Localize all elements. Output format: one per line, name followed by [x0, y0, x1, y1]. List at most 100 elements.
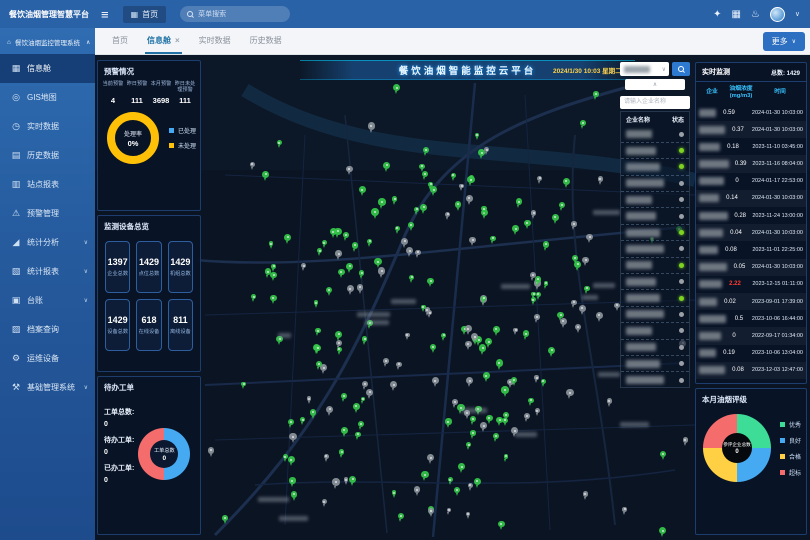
map-pin[interactable]: [467, 176, 474, 183]
list-item[interactable]: [621, 258, 689, 274]
map-pin[interactable]: [428, 508, 434, 514]
map-pin[interactable]: [484, 147, 489, 152]
map-pin[interactable]: [362, 336, 367, 341]
map-pin[interactable]: [284, 234, 291, 241]
map-pin[interactable]: [586, 234, 593, 241]
map-pin[interactable]: [288, 419, 294, 425]
map-pin[interactable]: [289, 477, 295, 483]
map-pin[interactable]: [339, 449, 345, 455]
chevron-down-icon[interactable]: ∨: [795, 10, 800, 18]
list-item[interactable]: [621, 127, 689, 143]
map-pin[interactable]: [593, 91, 599, 97]
map-pin[interactable]: [427, 310, 433, 316]
map-pin[interactable]: [582, 257, 589, 264]
map-pin[interactable]: [250, 162, 256, 168]
map-pin[interactable]: [271, 264, 276, 269]
map-pin[interactable]: [575, 324, 581, 330]
table-row[interactable]: 0.372024-01-30 10:03:00: [696, 121, 806, 138]
sidebar-item-site-report[interactable]: ▥ 站点报表: [0, 170, 95, 199]
map-pin[interactable]: [347, 285, 354, 292]
map-pin[interactable]: [448, 477, 453, 482]
map-pin[interactable]: [454, 487, 460, 493]
map-pin[interactable]: [395, 226, 400, 231]
map-pin[interactable]: [511, 377, 517, 383]
more-button[interactable]: 更多 ∨: [763, 32, 805, 51]
map-pin[interactable]: [301, 263, 306, 268]
map-pin[interactable]: [346, 166, 353, 173]
map-pin[interactable]: [502, 418, 507, 423]
map-pin[interactable]: [300, 417, 305, 422]
tab-realtime-data[interactable]: 实时数据: [197, 28, 233, 54]
map-pin[interactable]: [315, 328, 321, 334]
map-pin[interactable]: [468, 483, 474, 489]
map-pin[interactable]: [579, 305, 586, 312]
table-row[interactable]: 0.282023-11-24 13:00:00: [696, 207, 806, 224]
map-pin[interactable]: [531, 292, 536, 297]
map-pin[interactable]: [530, 272, 536, 278]
map-pin[interactable]: [474, 478, 481, 485]
map-pin[interactable]: [269, 241, 274, 246]
map-pin[interactable]: [366, 389, 373, 396]
map-pin[interactable]: [583, 491, 589, 497]
map-pin[interactable]: [516, 198, 523, 205]
collapse-list-button[interactable]: ∧: [625, 79, 685, 90]
map-pin[interactable]: [378, 198, 385, 205]
map-pin[interactable]: [465, 325, 472, 332]
map-pin[interactable]: [338, 269, 345, 276]
map-pin[interactable]: [580, 120, 586, 126]
table-row[interactable]: 02024-01-17 22:53:00: [696, 173, 806, 190]
list-item[interactable]: [621, 356, 689, 372]
sidebar-item-warning-manage[interactable]: ⚠ 预警管理: [0, 199, 95, 228]
list-item[interactable]: [621, 274, 689, 290]
tab-history-data[interactable]: 历史数据: [248, 28, 284, 54]
map-pin[interactable]: [346, 263, 353, 270]
map-pin[interactable]: [408, 222, 414, 228]
map-pin[interactable]: [504, 454, 509, 459]
table-row[interactable]: 0.082023-11-01 22:25:00: [696, 241, 806, 258]
map-pin[interactable]: [222, 515, 228, 521]
table-row[interactable]: 0.52023-10-06 16:44:00: [696, 310, 806, 327]
map-pin[interactable]: [563, 178, 570, 185]
map-pin[interactable]: [428, 182, 433, 187]
map-pin[interactable]: [535, 408, 540, 413]
map-pin[interactable]: [513, 328, 518, 333]
map-pin[interactable]: [341, 393, 347, 399]
map-pin[interactable]: [493, 326, 500, 333]
map-pin[interactable]: [572, 255, 578, 261]
map-pin[interactable]: [335, 250, 341, 256]
list-item[interactable]: [621, 208, 689, 224]
map-pin[interactable]: [498, 521, 504, 527]
home-breadcrumb-chip[interactable]: ▦ 首页: [123, 6, 167, 23]
map-pin[interactable]: [466, 195, 473, 202]
map-pin[interactable]: [353, 403, 360, 410]
map-pin[interactable]: [503, 412, 509, 418]
sidebar-group-header[interactable]: ⌂ 餐饮油烟监控管理系统 ∧: [0, 28, 95, 54]
list-item[interactable]: [621, 290, 689, 306]
map-pin[interactable]: [534, 375, 539, 380]
map-pin[interactable]: [475, 133, 480, 138]
list-item[interactable]: [621, 340, 689, 356]
map-pin[interactable]: [349, 476, 356, 483]
card-company-total[interactable]: 1397 企业总数: [105, 241, 130, 293]
map-pin[interactable]: [541, 379, 546, 384]
list-item[interactable]: [621, 241, 689, 257]
layout-grid-icon[interactable]: ▦: [731, 9, 740, 20]
card-online-devices[interactable]: 618 在线设备: [136, 299, 161, 351]
map-pin[interactable]: [401, 238, 408, 245]
map-pin[interactable]: [607, 398, 613, 404]
sidebar-item-gis-map[interactable]: ◎ GIS地图: [0, 83, 95, 112]
map-pin[interactable]: [405, 333, 410, 338]
map-pin[interactable]: [390, 381, 397, 388]
map-pin[interactable]: [430, 344, 436, 350]
map-pin[interactable]: [470, 430, 475, 435]
map-pin[interactable]: [574, 261, 581, 268]
map-pin[interactable]: [552, 214, 559, 221]
map-pin[interactable]: [378, 267, 385, 274]
map-pin[interactable]: [528, 398, 533, 403]
map-pin[interactable]: [432, 377, 439, 384]
list-item[interactable]: [621, 225, 689, 241]
map-pin[interactable]: [393, 84, 400, 91]
map-pin[interactable]: [614, 303, 619, 308]
map-pin[interactable]: [414, 207, 420, 213]
company-select-dropdown[interactable]: ∨: [620, 62, 669, 76]
